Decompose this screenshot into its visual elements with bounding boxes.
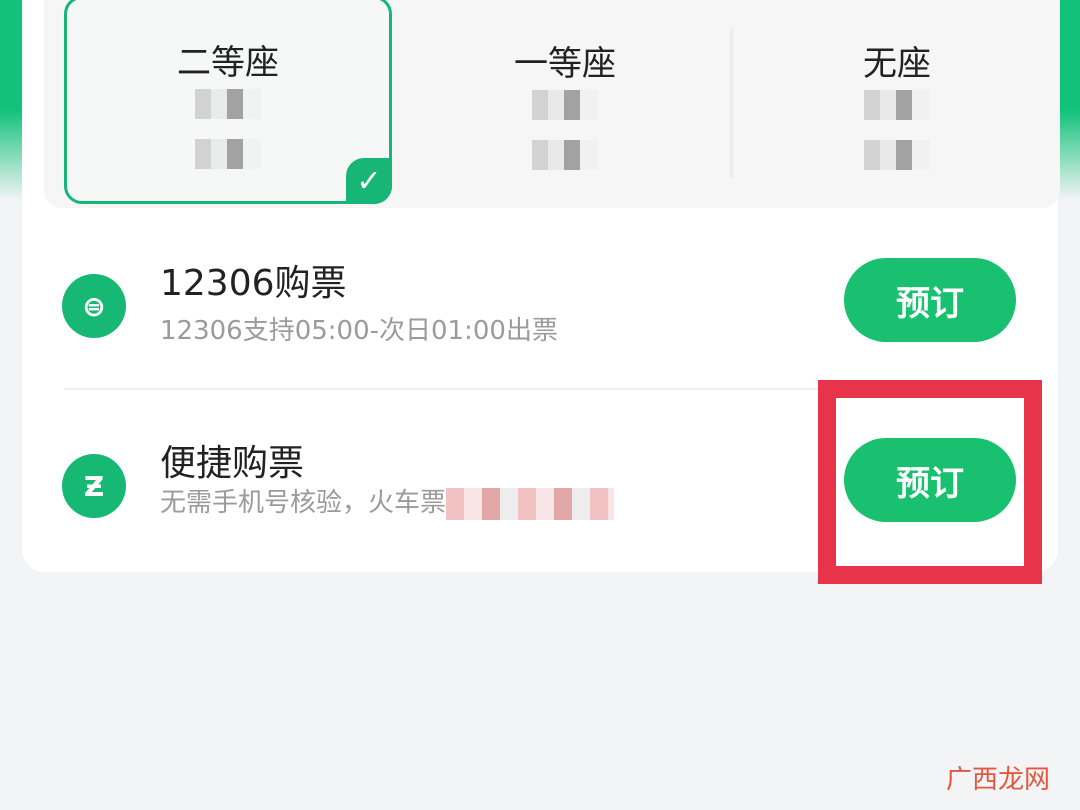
right-green-strip — [1058, 0, 1080, 200]
check-icon: ✓ — [346, 158, 392, 204]
express-ticket-icon: Ƶ — [62, 454, 126, 518]
blurred-text — [446, 487, 615, 520]
seat-no-seat[interactable]: 无座 — [734, 0, 1060, 206]
blurred-price — [195, 89, 261, 119]
highlight-annotation — [818, 380, 1042, 584]
option-title: 12306购票 — [160, 263, 347, 304]
seat-second-class[interactable]: 二等座 ✓ — [64, 0, 392, 204]
book-button-12306[interactable]: 预订 — [844, 258, 1016, 342]
option-12306: ⊜ 12306购票 12306支持05:00-次日01:00出票 预订 — [42, 212, 1038, 392]
seat-name: 一等座 — [514, 44, 616, 84]
seat-name: 无座 — [863, 44, 931, 84]
left-green-strip — [0, 0, 22, 200]
railway-logo-icon: ⊜ — [62, 274, 126, 338]
seat-type-selector: 二等座 ✓ 一等座 无座 — [44, 0, 1060, 208]
blurred-price — [864, 90, 930, 120]
blurred-availability — [532, 140, 598, 170]
seat-divider — [730, 28, 733, 178]
blurred-availability — [864, 140, 930, 170]
option-title: 便捷购票 — [160, 443, 305, 484]
blurred-price — [532, 90, 598, 120]
seat-name: 二等座 — [177, 43, 279, 83]
blurred-availability — [195, 139, 261, 169]
option-subtitle: 12306支持05:00-次日01:00出票 — [160, 316, 558, 346]
option-subtitle: 无需手机号核验，火车票 — [160, 482, 615, 520]
watermark: 广西龙网 — [945, 765, 1050, 795]
seat-first-class[interactable]: 一等座 — [400, 0, 730, 206]
option-subtitle-text: 无需手机号核验，火车票 — [160, 488, 447, 518]
